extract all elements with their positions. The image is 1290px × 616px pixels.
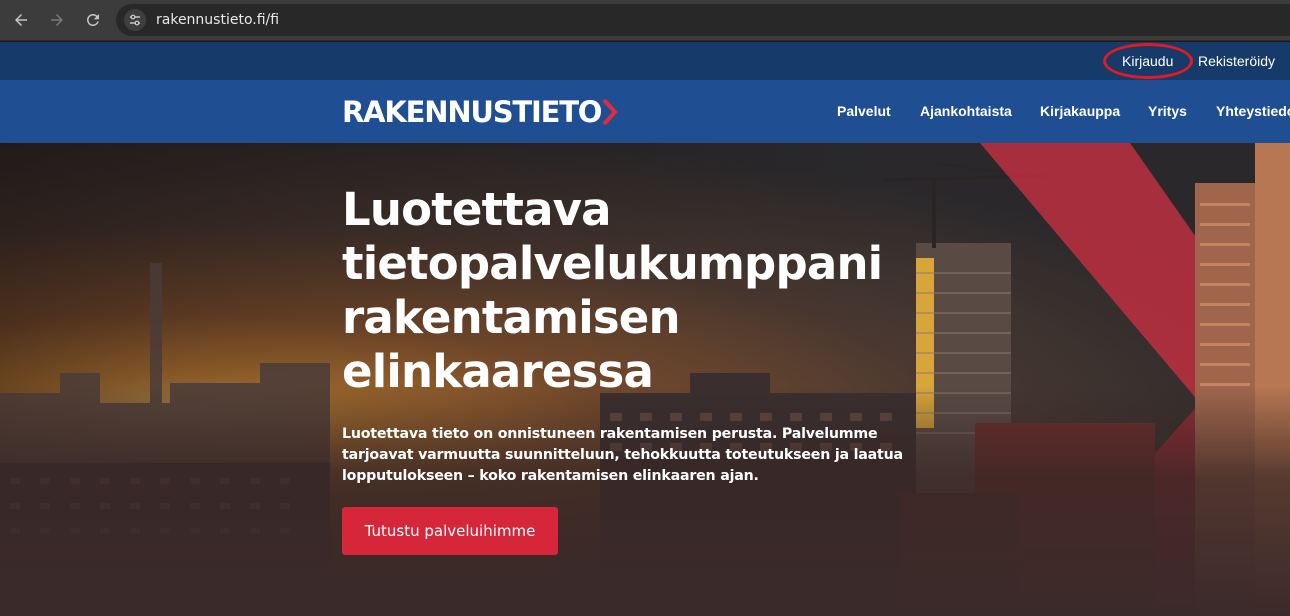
hero-shade xyxy=(0,386,1290,616)
register-link[interactable]: Rekisteröidy xyxy=(1198,53,1275,69)
reload-icon[interactable] xyxy=(80,7,106,33)
forward-arrow-icon[interactable] xyxy=(44,7,70,33)
back-arrow-icon[interactable] xyxy=(8,7,34,33)
nav-item-yhteystiedot[interactable]: Yhteystiedot xyxy=(1216,103,1290,119)
nav-item-kirjakauppa[interactable]: Kirjakauppa xyxy=(1040,103,1120,119)
utility-bar: Kirjaudu Rekisteröidy xyxy=(0,42,1290,80)
address-bar[interactable]: rakennustieto.fi/fi xyxy=(116,4,1290,36)
nav-item-ajankohtaista[interactable]: Ajankohtaista xyxy=(920,103,1012,119)
hero-section: Luotettava tietopalvelukumppani rakentam… xyxy=(0,143,1290,616)
hero-description: Luotettava tieto on onnistuneen rakentam… xyxy=(342,426,903,484)
hero-title: Luotettava tietopalvelukumppani rakentam… xyxy=(342,183,883,398)
nav-item-palvelut[interactable]: Palvelut xyxy=(837,103,891,119)
browser-toolbar: rakennustieto.fi/fi xyxy=(0,0,1290,41)
login-link[interactable]: Kirjaudu xyxy=(1122,53,1173,69)
logo-text: RAKENNUSTIETO xyxy=(342,95,602,129)
site-logo[interactable]: RAKENNUSTIETO xyxy=(342,95,618,129)
logo-chevron-icon xyxy=(602,98,618,126)
url-text[interactable]: rakennustieto.fi/fi xyxy=(156,12,279,28)
explore-services-button[interactable]: Tutustu palveluihimme xyxy=(342,507,558,555)
nav-item-yritys[interactable]: Yritys xyxy=(1148,103,1187,119)
main-header: RAKENNUSTIETO Palvelut Ajankohtaista Kir… xyxy=(0,80,1290,143)
site-info-icon[interactable] xyxy=(124,9,146,31)
